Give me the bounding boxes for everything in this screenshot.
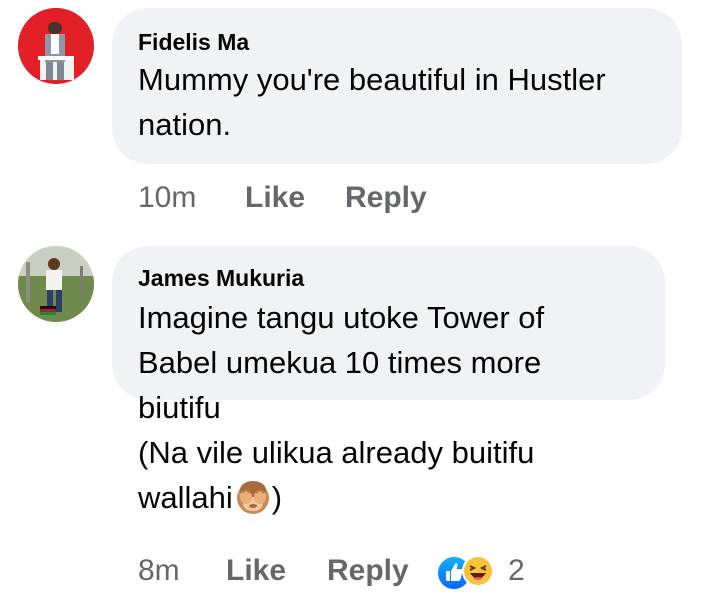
comment-text-line: wallahi ): [138, 475, 544, 520]
comment-text-fragment: wallahi: [138, 480, 233, 515]
see-no-evil-emoji-icon: [234, 478, 272, 516]
avatar-james-mukuria[interactable]: [18, 246, 94, 322]
comment-text-line: (Na vile ulikua already buitifu: [138, 435, 535, 470]
comment-text-line: biutifu: [138, 390, 221, 425]
comment-text-line: nation.: [138, 107, 232, 142]
comment-text-line: Mummy you're beautiful in Hustler: [138, 62, 606, 97]
reply-button[interactable]: Reply: [327, 553, 409, 589]
reply-button[interactable]: Reply: [345, 180, 427, 216]
comment-text: Mummy you're beautiful in Hustler nation…: [138, 57, 606, 147]
comment-author[interactable]: Fidelis Ma: [138, 28, 249, 56]
haha-reaction-icon: [462, 555, 494, 587]
comment-text-line: Babel umekua 10 times more: [138, 345, 542, 380]
comment-timestamp[interactable]: 10m: [138, 180, 196, 216]
avatar-fidelis-ma[interactable]: [18, 8, 94, 84]
comment-author[interactable]: James Mukuria: [138, 264, 304, 292]
comment-text: Imagine tangu utoke Tower of Babel umeku…: [138, 295, 544, 520]
comments-thread: Fidelis Ma Mummy you're beautiful in Hus…: [0, 0, 720, 616]
reaction-summary[interactable]: 2: [436, 553, 546, 591]
like-button[interactable]: Like: [226, 553, 286, 589]
like-button[interactable]: Like: [245, 180, 305, 216]
comment-text-fragment: ): [271, 480, 283, 515]
comment-text-line: Imagine tangu utoke Tower of: [138, 300, 545, 335]
reaction-count[interactable]: 2: [508, 553, 525, 589]
comment-timestamp[interactable]: 8m: [138, 553, 180, 589]
